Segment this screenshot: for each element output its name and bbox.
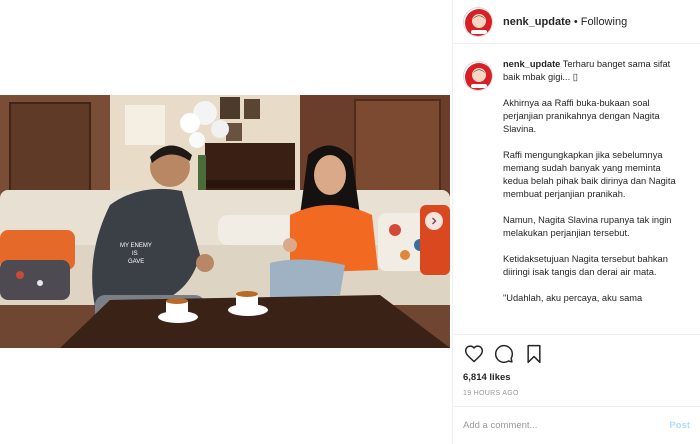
next-photo-button[interactable] (425, 212, 443, 230)
post-comment-button[interactable]: Post (669, 420, 690, 431)
save-button[interactable] (523, 343, 545, 365)
like-button[interactable] (463, 343, 485, 365)
speech-bubble-icon (494, 344, 514, 364)
emoji-placeholder: ▯ (572, 72, 578, 82)
caption-text: nenk_update Terharu banget sama sifat ba… (503, 58, 681, 318)
bookmark-icon (527, 344, 541, 364)
photo-illustration: MY ENEMY IS GAVE (0, 95, 450, 348)
username-link[interactable]: nenk_update (503, 16, 571, 28)
heart-icon (464, 345, 484, 363)
action-bar: 6,814 likes 19 HOURS AGO (453, 334, 700, 400)
media-area: MY ENEMY IS GAVE (0, 0, 452, 444)
caption-row: nenk_update Terharu banget sama sifat ba… (463, 58, 692, 318)
action-icons (463, 343, 690, 365)
following-button[interactable]: Following (581, 16, 627, 28)
header-text: nenk_update • Following (503, 16, 627, 28)
caption-paragraph: Akhirnya aa Raffi buka-bukaan soal perja… (503, 98, 660, 134)
post-timestamp[interactable]: 19 HOURS AGO (463, 390, 690, 397)
caption-paragraph: Namun, Nagita Slavina rupanya tak ingin … (503, 215, 672, 238)
separator-dot: • (573, 15, 578, 28)
add-comment-section: Post (453, 406, 700, 444)
caption-paragraph: Ketidaksetujuan Nagita tersebut bahkan d… (503, 254, 668, 277)
jacket-text-3: GAVE (128, 259, 144, 265)
post-sidebar: nenk_update • Following nenk_update Terhar… (452, 0, 700, 444)
avatar[interactable] (463, 6, 493, 37)
caption-paragraph: "Udahlah, aku percaya, aku sama (503, 293, 643, 303)
chevron-right-icon (432, 217, 437, 225)
comment-input[interactable] (463, 420, 670, 431)
profile-logo-icon (465, 63, 492, 90)
caption-avatar[interactable] (463, 61, 493, 91)
caption-first-paragraph: nenk_update Terharu banget sama sifat ba… (503, 58, 681, 84)
post-photo[interactable]: MY ENEMY IS GAVE (0, 95, 450, 348)
post-header: nenk_update • Following (453, 0, 700, 44)
caption-area[interactable]: nenk_update Terharu banget sama sifat ba… (453, 58, 700, 334)
comment-button[interactable] (493, 343, 515, 365)
profile-logo-icon (465, 8, 492, 36)
caption-username-link[interactable]: nenk_update (503, 59, 560, 69)
jacket-text-1: MY ENEMY (120, 243, 152, 249)
caption-paragraph: Raffi mengungkapkan jika sebelumnya mema… (503, 150, 676, 199)
jacket-text-2: IS (132, 251, 138, 257)
likes-count[interactable]: 6,814 likes (463, 372, 690, 383)
